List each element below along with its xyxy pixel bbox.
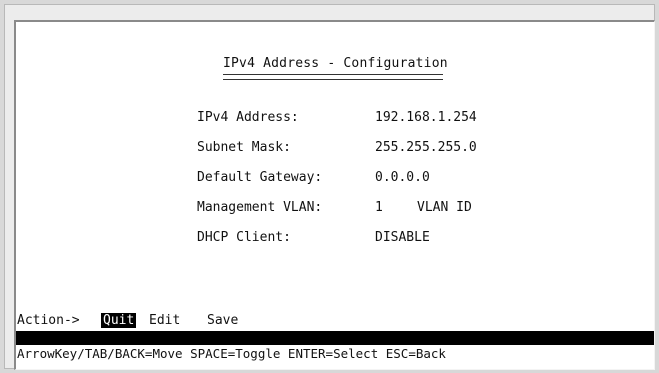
page-title: IPv4 Address - Configuration [223, 56, 448, 71]
window-frame: IPv4 Address - Configuration IPv4 Addres… [4, 4, 655, 370]
separator-bar [16, 331, 654, 345]
edit-action[interactable]: Edit [149, 313, 180, 328]
action-prefix: Action-> [17, 313, 80, 328]
save-action[interactable]: Save [207, 313, 238, 328]
default-gateway-label: Default Gateway: [197, 170, 323, 185]
terminal-screen: IPv4 Address - Configuration IPv4 Addres… [14, 20, 655, 370]
key-help: ArrowKey/TAB/BACK=Move SPACE=Toggle ENTE… [17, 346, 446, 361]
management-vlan-field[interactable]: 1 [375, 200, 383, 215]
dhcp-client-toggle[interactable]: DISABLE [375, 230, 430, 245]
subnet-mask-label: Subnet Mask: [197, 140, 291, 155]
subnet-mask-field[interactable]: 255.255.255.0 [375, 140, 477, 155]
ipv4-address-label: IPv4 Address: [197, 110, 299, 125]
action-bar: Action-> Quit Edit Save [16, 313, 654, 331]
quit-action[interactable]: Quit [101, 313, 137, 328]
vlan-id-unit: VLAN ID [417, 200, 472, 215]
default-gateway-field[interactable]: 0.0.0.0 [375, 170, 430, 185]
management-vlan-label: Management VLAN: [197, 200, 323, 215]
ipv4-address-field[interactable]: 192.168.1.254 [375, 110, 477, 125]
dhcp-client-label: DHCP Client: [197, 230, 291, 245]
title-underline [223, 74, 443, 80]
